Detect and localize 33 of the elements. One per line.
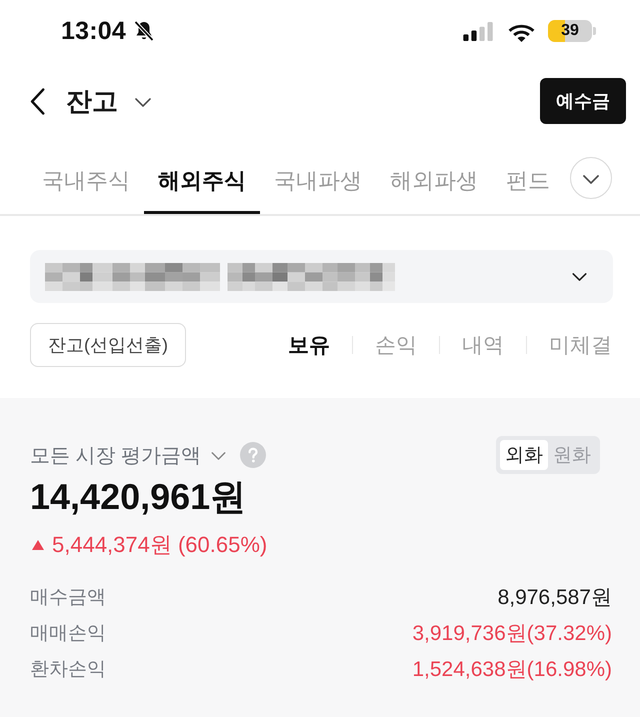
account-select[interactable] [30, 250, 613, 303]
chevron-down-icon [135, 98, 151, 107]
row-value: 8,976,587원 [498, 585, 612, 611]
currency-option[interactable]: 원화 [548, 440, 596, 470]
market-tab[interactable]: 국내파생 [260, 140, 376, 214]
market-scope-dropdown[interactable]: 모든 시장 평가금액 [30, 442, 226, 468]
signal-icon [463, 22, 494, 40]
deposit-button[interactable]: 예수금 [540, 78, 626, 124]
row-label: 환차손익 [30, 658, 106, 682]
balance-title-dropdown[interactable]: 잔고 [66, 84, 151, 118]
market-tab[interactable]: 해외주식 [144, 140, 260, 214]
row-label: 매매손익 [30, 622, 106, 646]
view-tab[interactable]: 보유 [288, 331, 330, 359]
market-tab[interactable]: 국내주식 [28, 140, 144, 214]
view-tab[interactable]: 미체결 [549, 331, 612, 359]
back-icon [30, 88, 45, 114]
market-tab[interactable]: 해외파생 [376, 140, 492, 214]
change-value: 5,444,374원 (60.65%) [52, 531, 268, 559]
fifo-balance-button[interactable]: 잔고(선입선출) [30, 323, 186, 367]
chevron-down-icon [583, 174, 599, 184]
chevron-down-icon [211, 452, 226, 460]
market-tab[interactable]: 펀드 [492, 140, 564, 214]
view-tab[interactable]: 내역 [462, 331, 504, 359]
bell-slash-icon [132, 19, 156, 43]
row-value: 3,919,736원(37.32%) [412, 621, 612, 647]
more-tabs-button[interactable] [570, 157, 612, 199]
chevron-down-icon [572, 272, 587, 280]
row-label: 매수금액 [30, 586, 106, 610]
status-time: 13:04 [61, 16, 126, 46]
currency-option[interactable]: 외화 [500, 440, 548, 470]
row-value: 1,524,638원(16.98%) [412, 657, 612, 683]
view-tab[interactable]: 손익 [375, 331, 417, 359]
total-value: 14,420,961원 [30, 475, 248, 519]
